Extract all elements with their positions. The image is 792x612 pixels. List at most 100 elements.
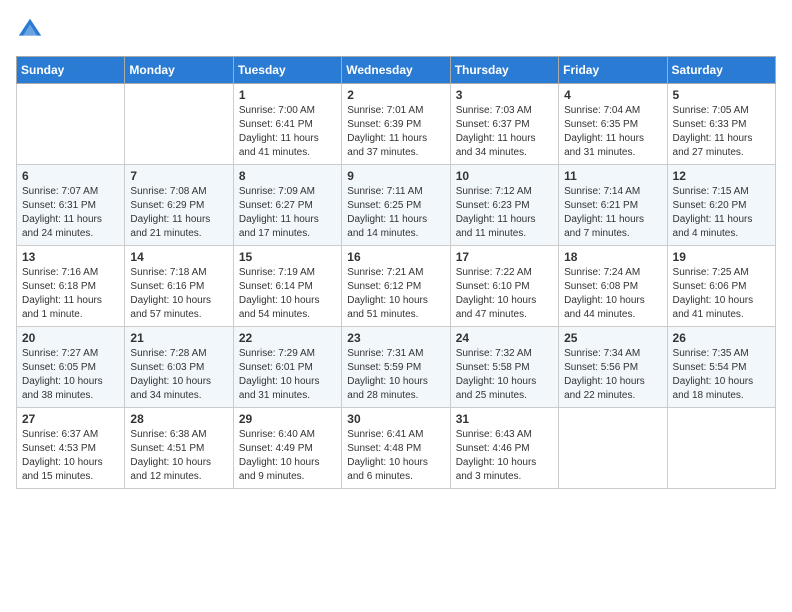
day-number: 29 xyxy=(239,412,336,426)
col-header-tuesday: Tuesday xyxy=(233,57,341,84)
day-info: Sunrise: 7:11 AM Sunset: 6:25 PM Dayligh… xyxy=(347,185,444,241)
day-number: 25 xyxy=(564,331,661,345)
calendar-cell: 6 Sunrise: 7:07 AM Sunset: 6:31 PM Daylig… xyxy=(17,165,125,246)
calendar-cell: 19Sunrise: 7:25 AM Sunset: 6:06 PM Dayli… xyxy=(667,246,775,327)
calendar-cell: 28 Sunrise: 6:38 AM Sunset: 4:51 PM Dayli… xyxy=(125,408,233,489)
day-info: Sunrise: 6:41 AM Sunset: 4:48 PM Dayligh… xyxy=(347,428,444,484)
day-info: Sunrise: 7:27 AM Sunset: 6:05 PM Dayligh… xyxy=(22,347,119,403)
calendar-cell: 12Sunrise: 7:15 AM Sunset: 6:20 PM Dayli… xyxy=(667,165,775,246)
day-info: Sunrise: 7:18 AM Sunset: 6:16 PM Dayligh… xyxy=(130,266,227,322)
day-number: 6 xyxy=(22,169,119,183)
calendar-cell: 23 Sunrise: 7:31 AM Sunset: 5:59 PM Dayli… xyxy=(342,327,450,408)
day-number: 24 xyxy=(456,331,553,345)
calendar-cell: 8Sunrise: 7:09 AM Sunset: 6:27 PM Daylig… xyxy=(233,165,341,246)
day-number: 8 xyxy=(239,169,336,183)
logo xyxy=(16,16,48,44)
day-info: Sunrise: 7:12 AM Sunset: 6:23 PM Dayligh… xyxy=(456,185,553,241)
col-header-friday: Friday xyxy=(559,57,667,84)
calendar-cell xyxy=(559,408,667,489)
calendar-cell: 10 Sunrise: 7:12 AM Sunset: 6:23 PM Dayli… xyxy=(450,165,558,246)
day-info: Sunrise: 7:21 AM Sunset: 6:12 PM Dayligh… xyxy=(347,266,444,322)
calendar-cell: 1 Sunrise: 7:00 AM Sunset: 6:41 PM Daylig… xyxy=(233,84,341,165)
day-number: 14 xyxy=(130,250,227,264)
header xyxy=(16,16,776,44)
calendar-cell: 9 Sunrise: 7:11 AM Sunset: 6:25 PM Daylig… xyxy=(342,165,450,246)
col-header-saturday: Saturday xyxy=(667,57,775,84)
calendar-cell: 13 Sunrise: 7:16 AM Sunset: 6:18 PM Dayli… xyxy=(17,246,125,327)
col-header-monday: Monday xyxy=(125,57,233,84)
day-number: 31 xyxy=(456,412,553,426)
calendar-cell: 4 Sunrise: 7:04 AM Sunset: 6:35 PM Daylig… xyxy=(559,84,667,165)
day-number: 18 xyxy=(564,250,661,264)
day-info: Sunrise: 7:29 AM Sunset: 6:01 PM Dayligh… xyxy=(239,347,336,403)
col-header-wednesday: Wednesday xyxy=(342,57,450,84)
day-info: Sunrise: 6:43 AM Sunset: 4:46 PM Dayligh… xyxy=(456,428,553,484)
day-info: Sunrise: 7:14 AM Sunset: 6:21 PM Dayligh… xyxy=(564,185,661,241)
day-number: 27 xyxy=(22,412,119,426)
day-number: 13 xyxy=(22,250,119,264)
day-info: Sunrise: 7:03 AM Sunset: 6:37 PM Dayligh… xyxy=(456,104,553,160)
calendar-cell: 11 Sunrise: 7:14 AM Sunset: 6:21 PM Dayli… xyxy=(559,165,667,246)
calendar-cell: 5 Sunrise: 7:05 AM Sunset: 6:33 PM Daylig… xyxy=(667,84,775,165)
day-info: Sunrise: 7:22 AM Sunset: 6:10 PM Dayligh… xyxy=(456,266,553,322)
calendar-cell: 21 Sunrise: 7:28 AM Sunset: 6:03 PM Dayli… xyxy=(125,327,233,408)
col-header-thursday: Thursday xyxy=(450,57,558,84)
calendar-cell: 2 Sunrise: 7:01 AM Sunset: 6:39 PM Daylig… xyxy=(342,84,450,165)
day-info: Sunrise: 7:35 AM Sunset: 5:54 PM Dayligh… xyxy=(673,347,770,403)
day-info: Sunrise: 7:07 AM Sunset: 6:31 PM Dayligh… xyxy=(22,185,119,241)
day-info: Sunrise: 7:31 AM Sunset: 5:59 PM Dayligh… xyxy=(347,347,444,403)
day-info: Sunrise: 7:08 AM Sunset: 6:29 PM Dayligh… xyxy=(130,185,227,241)
day-number: 22 xyxy=(239,331,336,345)
day-info: Sunrise: 7:32 AM Sunset: 5:58 PM Dayligh… xyxy=(456,347,553,403)
day-number: 30 xyxy=(347,412,444,426)
day-number: 20 xyxy=(22,331,119,345)
day-info: Sunrise: 6:40 AM Sunset: 4:49 PM Dayligh… xyxy=(239,428,336,484)
calendar-cell: 7 Sunrise: 7:08 AM Sunset: 6:29 PM Daylig… xyxy=(125,165,233,246)
logo-icon xyxy=(16,16,44,44)
calendar-table: SundayMondayTuesdayWednesdayThursdayFrid… xyxy=(16,56,776,489)
day-info: Sunrise: 7:28 AM Sunset: 6:03 PM Dayligh… xyxy=(130,347,227,403)
day-number: 28 xyxy=(130,412,227,426)
day-number: 2 xyxy=(347,88,444,102)
day-info: Sunrise: 7:24 AM Sunset: 6:08 PM Dayligh… xyxy=(564,266,661,322)
day-info: Sunrise: 7:04 AM Sunset: 6:35 PM Dayligh… xyxy=(564,104,661,160)
day-number: 21 xyxy=(130,331,227,345)
day-info: Sunrise: 7:16 AM Sunset: 6:18 PM Dayligh… xyxy=(22,266,119,322)
day-number: 17 xyxy=(456,250,553,264)
day-info: Sunrise: 7:34 AM Sunset: 5:56 PM Dayligh… xyxy=(564,347,661,403)
day-number: 7 xyxy=(130,169,227,183)
day-info: Sunrise: 6:38 AM Sunset: 4:51 PM Dayligh… xyxy=(130,428,227,484)
day-info: Sunrise: 7:05 AM Sunset: 6:33 PM Dayligh… xyxy=(673,104,770,160)
day-number: 5 xyxy=(673,88,770,102)
day-info: Sunrise: 7:19 AM Sunset: 6:14 PM Dayligh… xyxy=(239,266,336,322)
day-number: 11 xyxy=(564,169,661,183)
calendar-cell xyxy=(17,84,125,165)
day-info: Sunrise: 7:15 AM Sunset: 6:20 PM Dayligh… xyxy=(673,185,770,241)
calendar-cell: 22 Sunrise: 7:29 AM Sunset: 6:01 PM Dayli… xyxy=(233,327,341,408)
calendar-cell: 17 Sunrise: 7:22 AM Sunset: 6:10 PM Dayli… xyxy=(450,246,558,327)
calendar-cell: 14 Sunrise: 7:18 AM Sunset: 6:16 PM Dayli… xyxy=(125,246,233,327)
calendar-cell: 26 Sunrise: 7:35 AM Sunset: 5:54 PM Dayli… xyxy=(667,327,775,408)
day-info: Sunrise: 7:01 AM Sunset: 6:39 PM Dayligh… xyxy=(347,104,444,160)
calendar-cell xyxy=(667,408,775,489)
day-number: 10 xyxy=(456,169,553,183)
calendar-cell: 31 Sunrise: 6:43 AM Sunset: 4:46 PM Dayli… xyxy=(450,408,558,489)
day-number: 1 xyxy=(239,88,336,102)
calendar-cell xyxy=(125,84,233,165)
calendar-cell: 3Sunrise: 7:03 AM Sunset: 6:37 PM Daylig… xyxy=(450,84,558,165)
day-number: 23 xyxy=(347,331,444,345)
day-info: Sunrise: 7:00 AM Sunset: 6:41 PM Dayligh… xyxy=(239,104,336,160)
day-number: 4 xyxy=(564,88,661,102)
day-number: 16 xyxy=(347,250,444,264)
calendar-cell: 30 Sunrise: 6:41 AM Sunset: 4:48 PM Dayli… xyxy=(342,408,450,489)
calendar-cell: 18 Sunrise: 7:24 AM Sunset: 6:08 PM Dayli… xyxy=(559,246,667,327)
calendar-cell: 29 Sunrise: 6:40 AM Sunset: 4:49 PM Dayli… xyxy=(233,408,341,489)
day-number: 9 xyxy=(347,169,444,183)
day-number: 15 xyxy=(239,250,336,264)
calendar-cell: 25 Sunrise: 7:34 AM Sunset: 5:56 PM Dayli… xyxy=(559,327,667,408)
col-header-sunday: Sunday xyxy=(17,57,125,84)
calendar-cell: 15 Sunrise: 7:19 AM Sunset: 6:14 PM Dayli… xyxy=(233,246,341,327)
day-info: Sunrise: 7:25 AM Sunset: 6:06 PM Dayligh… xyxy=(673,266,770,322)
day-number: 26 xyxy=(673,331,770,345)
calendar-cell: 24 Sunrise: 7:32 AM Sunset: 5:58 PM Dayli… xyxy=(450,327,558,408)
